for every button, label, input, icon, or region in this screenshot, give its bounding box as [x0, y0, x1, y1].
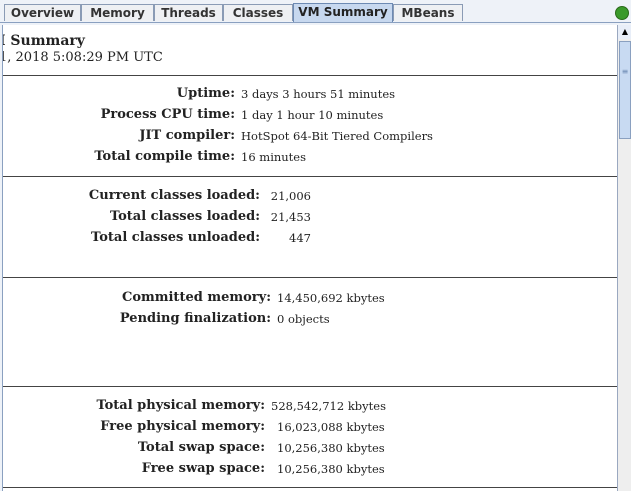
connection-status-icon[interactable] [615, 6, 629, 20]
vertical-scrollbar[interactable]: ▲ ≡ [617, 25, 631, 491]
divider [3, 277, 617, 278]
summary-header: I Summary 1, 2018 5:08:29 PM UTC [3, 33, 163, 65]
value: 16 minutes [241, 150, 307, 164]
tab-overview[interactable]: Overview [4, 4, 81, 21]
label: Total classes unloaded: [91, 230, 260, 245]
scrollbar-thumb[interactable]: ≡ [619, 41, 631, 139]
tab-mbeans[interactable]: MBeans [393, 4, 463, 21]
tab-memory[interactable]: Memory [81, 4, 154, 21]
value: 10,256,380 kbytes [277, 462, 385, 476]
value: 528,542,712 kbytes [271, 399, 386, 413]
label: Pending finalization: [119, 311, 271, 326]
value: 14,450,692 kbytes [277, 291, 385, 305]
value: 447 [289, 231, 311, 245]
label: Current classes loaded: [88, 188, 260, 203]
label: Free physical memory: [100, 419, 265, 434]
value: 16,023,088 kbytes [277, 420, 385, 434]
value: 21,006 [270, 189, 311, 203]
summary-date: 1, 2018 5:08:29 PM UTC [2, 50, 163, 65]
value: 0 objects [277, 312, 330, 326]
label: Total compile time: [94, 149, 235, 164]
summary-title: I Summary [2, 33, 85, 49]
label: Committed memory: [121, 290, 271, 305]
tab-bar: Overview Memory Threads Classes VM Summa… [0, 0, 631, 23]
divider [3, 176, 617, 177]
label: Total swap space: [137, 440, 265, 455]
value: 3 days 3 hours 51 minutes [241, 87, 396, 101]
label: Total classes loaded: [109, 209, 260, 224]
divider [3, 386, 617, 387]
value: 1 day 1 hour 10 minutes [241, 108, 384, 122]
label: Free swap space: [141, 461, 265, 476]
divider [3, 75, 617, 76]
label: Uptime: [176, 86, 235, 101]
value: HotSpot 64-Bit Tiered Compilers [241, 129, 433, 143]
tab-classes[interactable]: Classes [223, 4, 293, 21]
tab-vm-summary[interactable]: VM Summary [293, 3, 393, 22]
label: Total physical memory: [96, 398, 265, 413]
tab-threads[interactable]: Threads [154, 4, 223, 21]
scroll-up-arrow-icon[interactable]: ▲ [618, 25, 631, 39]
value: 21,453 [270, 210, 311, 224]
label: JIT compiler: [139, 128, 235, 143]
label: Process CPU time: [100, 107, 235, 122]
divider [3, 487, 617, 488]
vm-summary-panel: I Summary 1, 2018 5:08:29 PM UTC Uptime:… [2, 25, 617, 491]
value: 10,256,380 kbytes [277, 441, 385, 455]
